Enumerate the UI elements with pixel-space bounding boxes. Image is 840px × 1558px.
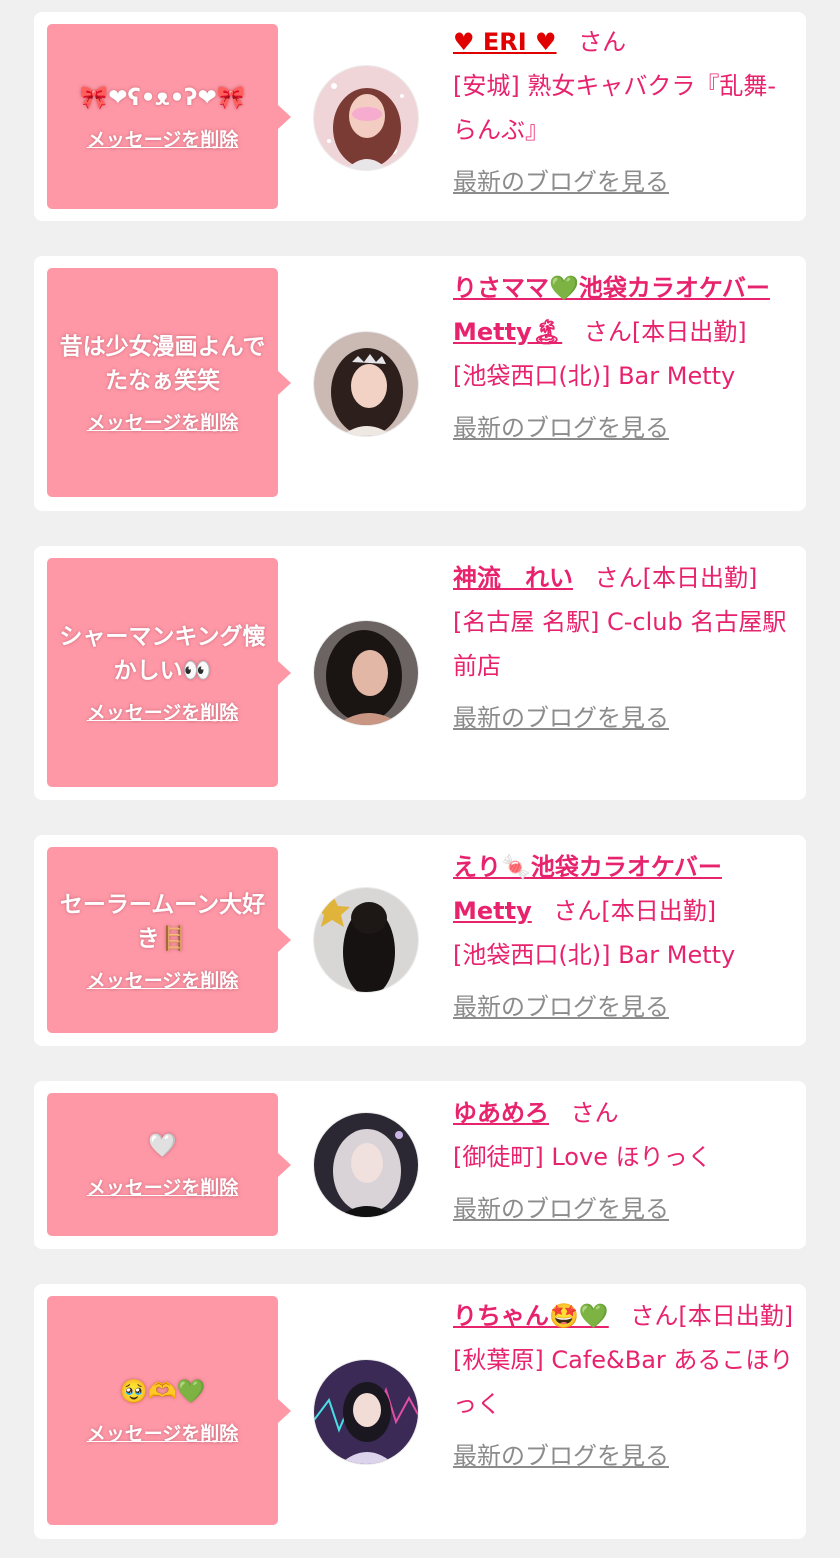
avatar[interactable] <box>313 620 419 726</box>
shop-name: [名古屋 名駅] C-club 名古屋駅前店 <box>453 608 787 680</box>
shop-name: [御徒町] Love ほりっく <box>453 1143 712 1171</box>
cast-name-link[interactable]: ♥ ERI ♥ <box>453 28 557 56</box>
message-list: 🎀❤ʕ•ᴥ•ʔ❤🎀 メッセージを削除 ♥ ERI ♥ さん [安城] 熟女キャバ… <box>0 0 840 1558</box>
message-text: 昔は少女漫画よんでたなぁ笑笑 <box>59 334 266 394</box>
message-bubble: 🎀❤ʕ•ᴥ•ʔ❤🎀 メッセージを削除 <box>47 24 291 209</box>
cast-name-link[interactable]: りちゃん🤩💚 <box>453 1302 609 1330</box>
avatar-image <box>314 1113 418 1217</box>
honorific: さん[本日出勤] <box>630 1302 794 1330</box>
message-card: 🤍 メッセージを削除 ゆあめろ さん [御徒町] Love ほりっく 最新のブロ… <box>34 1081 806 1249</box>
cast-info: りちゃん🤩💚 さん[本日出勤] [秋葉原] Cafe&Bar あるこほりっく 最… <box>453 1294 798 1478</box>
honorific: さん[本日出勤] <box>583 318 747 346</box>
latest-blog-link[interactable]: 最新のブログを見る <box>453 160 669 204</box>
message-bubble: シャーマンキング懐かしい👀 メッセージを削除 <box>47 558 291 787</box>
avatar[interactable] <box>313 331 419 437</box>
avatar[interactable] <box>313 1112 419 1218</box>
avatar-image <box>314 621 418 725</box>
avatar[interactable] <box>313 1359 419 1465</box>
honorific: さん <box>578 28 627 56</box>
avatar-image <box>314 888 418 992</box>
cast-info: りさママ💚池袋カラオケバーMetty🏝 さん[本日出勤] [池袋西口(北)] B… <box>453 266 798 450</box>
message-text: 🤍 <box>148 1133 177 1159</box>
message-text: セーラームーン大好き🪜 <box>59 891 266 952</box>
message-text: シャーマンキング懐かしい👀 <box>59 624 266 684</box>
message-card: セーラームーン大好き🪜 メッセージを削除 えり🍬池袋カラオケバーMetty さん… <box>34 835 806 1046</box>
cast-info: ゆあめろ さん [御徒町] Love ほりっく 最新のブログを見る <box>453 1091 798 1231</box>
delete-message-link[interactable]: メッセージを削除 <box>87 125 239 152</box>
delete-message-link[interactable]: メッセージを削除 <box>87 966 239 993</box>
latest-blog-link[interactable]: 最新のブログを見る <box>453 406 669 450</box>
cast-info: えり🍬池袋カラオケバーMetty さん[本日出勤] [池袋西口(北)] Bar … <box>453 845 798 1029</box>
avatar-image <box>314 1360 418 1464</box>
honorific: さん <box>570 1099 619 1127</box>
message-bubble: 昔は少女漫画よんでたなぁ笑笑 メッセージを削除 <box>47 268 291 497</box>
avatar[interactable] <box>313 65 419 171</box>
honorific: さん[本日出勤] <box>553 897 717 925</box>
shop-name: [池袋西口(北)] Bar Metty <box>453 941 736 969</box>
delete-message-link[interactable]: メッセージを削除 <box>87 698 239 725</box>
latest-blog-link[interactable]: 最新のブログを見る <box>453 696 669 740</box>
message-bubble: セーラームーン大好き🪜 メッセージを削除 <box>47 847 291 1033</box>
cast-info: ♥ ERI ♥ さん [安城] 熟女キャバクラ『乱舞-らんぶ』 最新のブログを見… <box>453 20 798 204</box>
avatar[interactable] <box>313 887 419 993</box>
message-bubble: 🥹🫶💚 メッセージを削除 <box>47 1296 291 1525</box>
message-text: 🎀❤ʕ•ᴥ•ʔ❤🎀 <box>79 85 246 111</box>
message-bubble: 🤍 メッセージを削除 <box>47 1093 291 1236</box>
delete-message-link[interactable]: メッセージを削除 <box>87 1419 239 1446</box>
latest-blog-link[interactable]: 最新のブログを見る <box>453 985 669 1029</box>
delete-message-link[interactable]: メッセージを削除 <box>87 408 239 435</box>
message-card: 昔は少女漫画よんでたなぁ笑笑 メッセージを削除 りさママ💚池袋カラオケバーMet… <box>34 256 806 511</box>
message-text: 🥹🫶💚 <box>119 1379 206 1405</box>
message-card: 🎀❤ʕ•ᴥ•ʔ❤🎀 メッセージを削除 ♥ ERI ♥ さん [安城] 熟女キャバ… <box>34 12 806 221</box>
message-card: 🥹🫶💚 メッセージを削除 りちゃん🤩💚 さん[本日出勤] [秋葉原] Cafe&… <box>34 1284 806 1539</box>
delete-message-link[interactable]: メッセージを削除 <box>87 1173 239 1200</box>
honorific: さん[本日出勤] <box>594 564 758 592</box>
avatar-image <box>314 332 418 436</box>
latest-blog-link[interactable]: 最新のブログを見る <box>453 1187 669 1231</box>
cast-name-link[interactable]: 神流 れい <box>453 564 573 592</box>
shop-name: [安城] 熟女キャバクラ『乱舞-らんぶ』 <box>453 72 777 144</box>
cast-name-link[interactable]: ゆあめろ <box>453 1099 549 1127</box>
cast-info: 神流 れい さん[本日出勤] [名古屋 名駅] C-club 名古屋駅前店 最新… <box>453 556 798 740</box>
message-card: シャーマンキング懐かしい👀 メッセージを削除 神流 れい さん[本日出勤] [名… <box>34 546 806 800</box>
shop-name: [秋葉原] Cafe&Bar あるこほりっく <box>453 1346 794 1418</box>
shop-name: [池袋西口(北)] Bar Metty <box>453 362 736 390</box>
avatar-image <box>314 66 418 170</box>
latest-blog-link[interactable]: 最新のブログを見る <box>453 1434 669 1478</box>
